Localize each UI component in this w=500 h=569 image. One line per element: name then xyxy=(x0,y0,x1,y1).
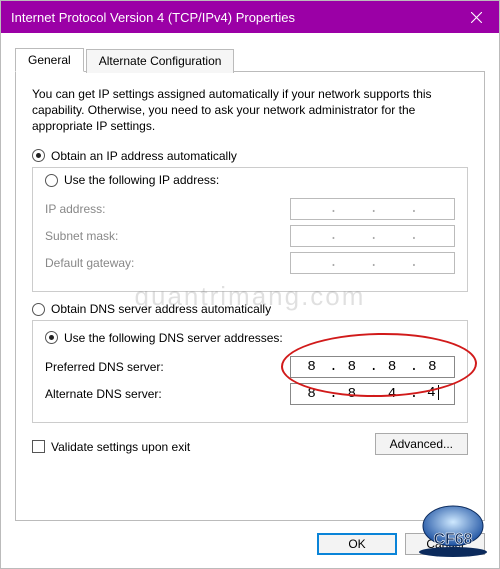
tab-page-general: You can get IP settings assigned automat… xyxy=(15,71,485,521)
subnet-mask-label: Subnet mask: xyxy=(45,229,290,243)
field-ip-address: IP address: ... xyxy=(45,198,455,220)
window-title: Internet Protocol Version 4 (TCP/IPv4) P… xyxy=(11,10,453,25)
group-dns-manual: Use the following DNS server addresses: … xyxy=(32,320,468,423)
tab-strip: General Alternate Configuration xyxy=(15,47,485,71)
alternate-dns-input[interactable]: 8. 8. 4. 4 xyxy=(290,383,455,405)
close-icon xyxy=(471,12,482,23)
radio-dns-auto-label: Obtain DNS server address automatically xyxy=(51,302,271,316)
radio-icon xyxy=(32,303,45,316)
close-button[interactable] xyxy=(453,1,499,33)
default-gateway-label: Default gateway: xyxy=(45,256,290,270)
advanced-button[interactable]: Advanced... xyxy=(375,433,468,455)
default-gateway-input: ... xyxy=(290,252,455,274)
ip-address-input: ... xyxy=(290,198,455,220)
description-text: You can get IP settings assigned automat… xyxy=(32,86,468,135)
radio-ip-manual[interactable]: Use the following IP address: xyxy=(43,173,221,187)
subnet-mask-input: ... xyxy=(290,225,455,247)
radio-icon xyxy=(45,174,58,187)
field-alternate-dns: Alternate DNS server: 8. 8. 4. 4 xyxy=(45,383,455,405)
ok-button[interactable]: OK xyxy=(317,533,397,555)
radio-ip-manual-label: Use the following IP address: xyxy=(64,173,219,187)
group-ip-manual: Use the following IP address: IP address… xyxy=(32,167,468,293)
field-default-gateway: Default gateway: ... xyxy=(45,252,455,274)
radio-ip-auto[interactable]: Obtain an IP address automatically xyxy=(32,149,468,163)
alternate-dns-label: Alternate DNS server: xyxy=(45,387,290,401)
radio-dns-auto[interactable]: Obtain DNS server address automatically xyxy=(32,302,468,316)
preferred-dns-label: Preferred DNS server: xyxy=(45,360,290,374)
radio-dns-manual-label: Use the following DNS server addresses: xyxy=(64,331,283,345)
ip-address-label: IP address: xyxy=(45,202,290,216)
radio-dns-manual[interactable]: Use the following DNS server addresses: xyxy=(43,331,285,345)
field-preferred-dns: Preferred DNS server: 8. 8. 8. 8 xyxy=(45,356,455,378)
titlebar: Internet Protocol Version 4 (TCP/IPv4) P… xyxy=(1,1,499,33)
tab-alt-config[interactable]: Alternate Configuration xyxy=(86,49,235,73)
checkbox-icon xyxy=(32,440,45,453)
radio-icon xyxy=(45,331,58,344)
field-subnet-mask: Subnet mask: ... xyxy=(45,225,455,247)
radio-icon xyxy=(32,149,45,162)
text-caret xyxy=(438,385,439,400)
checkbox-validate-label: Validate settings upon exit xyxy=(51,440,190,454)
cancel-button[interactable]: Cancel xyxy=(405,533,485,555)
tab-general[interactable]: General xyxy=(15,48,84,72)
checkbox-validate[interactable]: Validate settings upon exit xyxy=(32,440,190,454)
radio-ip-auto-label: Obtain an IP address automatically xyxy=(51,149,237,163)
preferred-dns-input[interactable]: 8. 8. 8. 8 xyxy=(290,356,455,378)
